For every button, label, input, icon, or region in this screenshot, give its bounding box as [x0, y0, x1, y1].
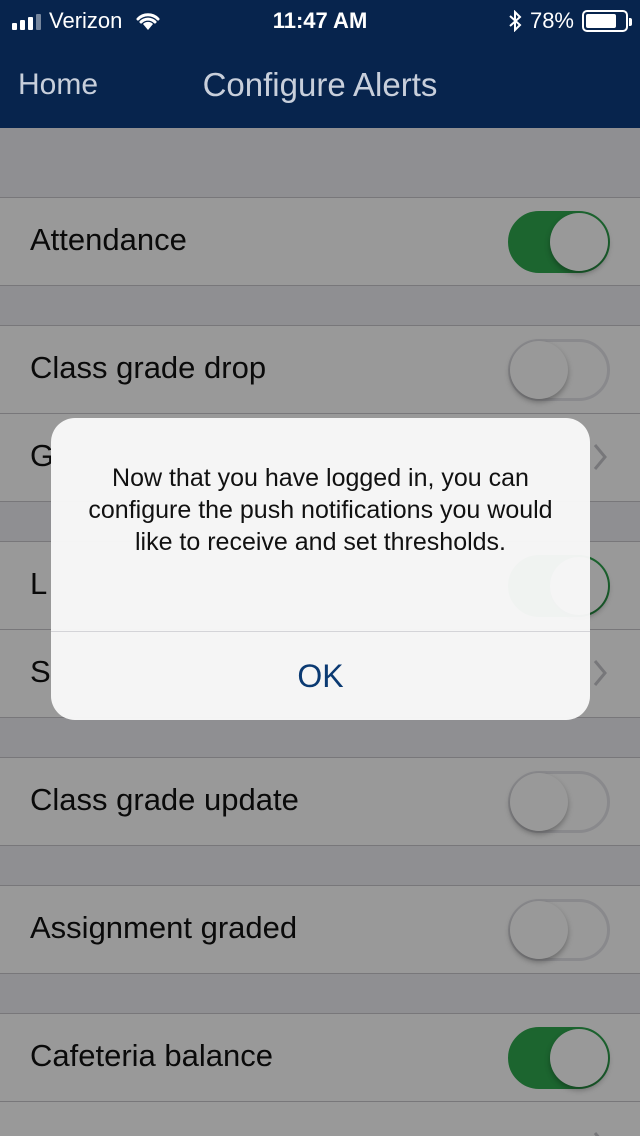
page-title: Configure Alerts — [202, 66, 438, 103]
right-status-group: 78% — [508, 8, 632, 34]
battery-percent: 78% — [529, 8, 574, 33]
alert-message: Now that you have logged in, you can con… — [88, 464, 553, 556]
battery-level — [586, 14, 616, 28]
status-bar: Verizon 11:47 AM 78% — [0, 0, 640, 40]
bluetooth-icon — [509, 10, 522, 32]
navigation-bar: Verizon 11:47 AM 78% Home Configure Aler… — [0, 0, 640, 128]
ok-button[interactable]: OK — [51, 632, 590, 720]
alert-dialog: Now that you have logged in, you can con… — [51, 418, 590, 720]
battery-icon — [582, 10, 632, 32]
